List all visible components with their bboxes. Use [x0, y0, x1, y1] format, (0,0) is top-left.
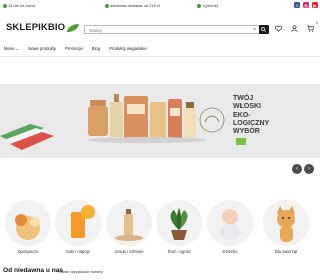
category-list: Spożywcze Soki i napoje Uroda i zdrowie	[0, 200, 320, 260]
social-links: f ◎ ▶	[294, 2, 318, 8]
nav-item-menu[interactable]: Menu ⌄	[4, 46, 19, 51]
category-image	[5, 200, 51, 246]
category-label: Dom i ogród	[167, 249, 191, 254]
banner-line-3: eko-	[233, 111, 251, 119]
plant-image	[170, 208, 188, 240]
category-beauty-health[interactable]: Uroda i zdrowie	[105, 200, 153, 254]
category-image	[55, 200, 101, 246]
youtube-icon[interactable]: ▶	[312, 2, 318, 8]
section-subtitle: Nowe wysyłkowe towary!	[59, 269, 104, 274]
wishlist-button[interactable]	[274, 24, 282, 32]
delivery-info: darmowa dostawa od 249 zł	[105, 3, 160, 8]
cart-count: 0	[316, 21, 318, 25]
juices-image	[71, 205, 95, 238]
nav-divider	[0, 56, 320, 57]
nav-item-vegan-products[interactable]: Produkty wegańskie	[109, 46, 146, 51]
nav-item-blog[interactable]: Blog	[92, 46, 100, 51]
leaf-logo-icon	[66, 23, 80, 32]
category-pets[interactable]: Dla zwierząt	[262, 200, 310, 254]
banner-line-5: wybór	[233, 128, 260, 136]
site-logo[interactable]: SKLEPIKBIO	[6, 22, 80, 33]
category-baby[interactable]: Dziecko	[206, 200, 254, 254]
beauty-image	[115, 209, 143, 241]
chevron-left-icon: ‹	[296, 166, 298, 172]
top-info-bar: 14 dni na zwrot darmowa dostawa od 249 z…	[0, 0, 320, 11]
category-image	[156, 200, 202, 246]
baby-image	[221, 209, 239, 240]
delivery-info-text: darmowa dostawa od 249 zł	[110, 3, 160, 8]
account-button[interactable]	[290, 24, 298, 32]
search-bar: ×	[84, 25, 269, 35]
cart-button[interactable]: 0	[306, 21, 318, 32]
slider-prev-button[interactable]: ‹	[292, 164, 302, 174]
chevron-down-icon: ⌄	[15, 46, 20, 51]
nav-item-menu-label: Menu	[4, 46, 15, 51]
search-icon	[261, 27, 266, 33]
search-input[interactable]	[89, 27, 249, 34]
category-label: Dla zwierząt	[274, 249, 298, 254]
banner-line-1: Twój	[233, 95, 254, 102]
phone-icon	[197, 3, 201, 8]
instagram-icon[interactable]: ◎	[303, 2, 309, 8]
category-label: Uroda i zdrowie	[114, 249, 144, 254]
nav-item-new-products[interactable]: Nowe produkty	[28, 46, 56, 51]
cat-image	[277, 206, 295, 242]
phone-info[interactable]: +(phone)	[197, 3, 218, 8]
cart-icon	[306, 24, 314, 32]
chevron-right-icon: ›	[308, 166, 310, 172]
facebook-icon[interactable]: f	[294, 2, 300, 8]
banner-line-4: logiczny	[233, 119, 270, 127]
hero-banner[interactable]: Twój włoski eko- logiczny wybór	[0, 84, 320, 158]
header-icons: 0	[274, 21, 318, 32]
return-info: 14 dni na zwrot	[3, 3, 35, 8]
return-info-text: 14 dni na zwrot	[8, 3, 36, 8]
user-icon	[290, 24, 298, 32]
category-home-garden[interactable]: Dom i ogród	[155, 200, 203, 254]
main-nav: Menu ⌄ Nowe produkty Promocje Blog Produ…	[4, 46, 147, 51]
category-label: Spożywcze	[17, 249, 39, 254]
category-image	[263, 200, 309, 246]
logo-text: SKLEPIKBIO	[6, 22, 66, 33]
section-title: Od niedawna u nas	[3, 267, 64, 274]
banner-line-2: włoski	[233, 103, 261, 111]
category-label: Dziecko	[222, 249, 238, 254]
category-image	[106, 200, 152, 246]
category-juices-drinks[interactable]: Soki i napoje	[54, 200, 102, 254]
heart-icon	[274, 25, 282, 32]
category-groceries[interactable]: Spożywcze	[4, 200, 52, 254]
nav-item-promotions[interactable]: Promocje	[65, 46, 83, 51]
clear-search-icon[interactable]: ×	[253, 27, 256, 33]
truck-icon	[105, 3, 109, 8]
category-image	[207, 200, 253, 246]
search-button[interactable]	[258, 25, 269, 35]
phone-info-text[interactable]: +(phone)	[202, 3, 218, 8]
return-icon	[3, 3, 7, 8]
category-label: Soki i napoje	[66, 249, 90, 254]
slider-next-button[interactable]: ›	[304, 164, 314, 174]
banner-headline: Twój włoski eko- logiczny wybór	[233, 95, 303, 136]
groceries-image	[15, 214, 40, 240]
